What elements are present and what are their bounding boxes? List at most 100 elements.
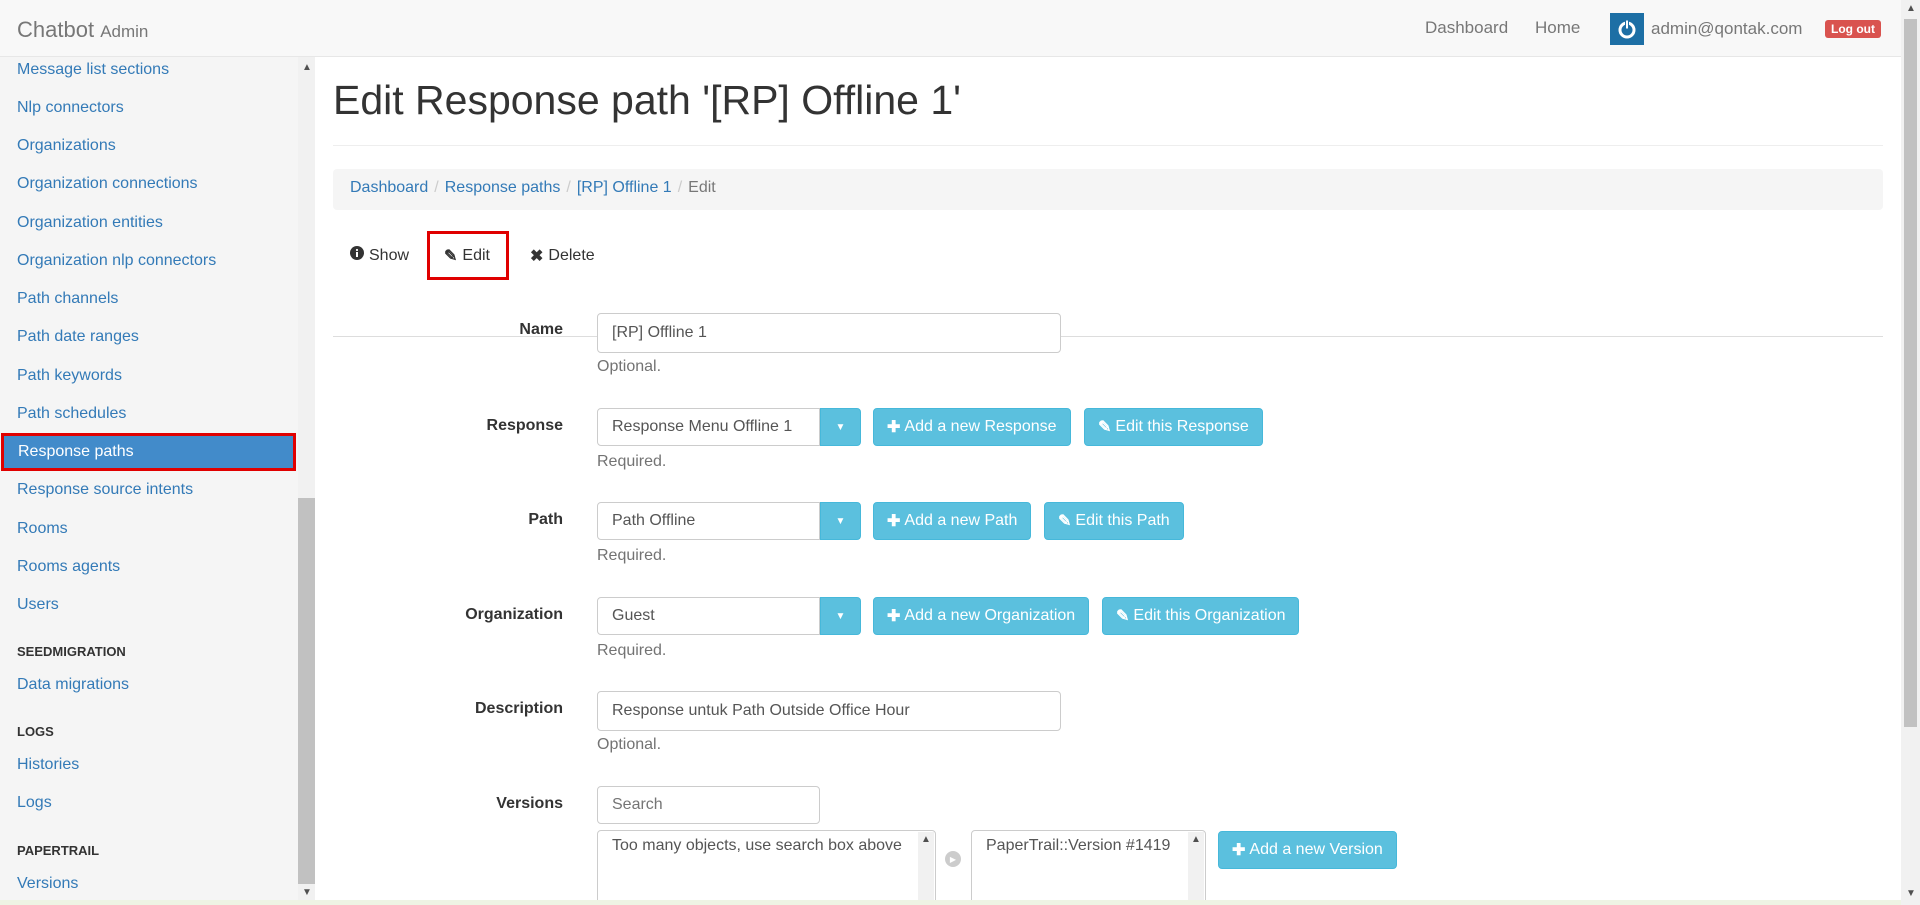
sidebar-section-seedmigration: SEEDMIGRATION (17, 644, 126, 659)
description-label: Description (474, 700, 563, 717)
sidebar-item-rooms[interactable]: Rooms (17, 520, 68, 538)
plus-icon: ✚ (887, 608, 901, 625)
sidebar-item-organization-nlp-connectors[interactable]: Organization nlp connectors (17, 252, 216, 270)
response-select[interactable]: Response Menu Offline 1 (597, 408, 820, 446)
organization-help: Required. (597, 642, 667, 659)
caret-down-icon: ▼ (835, 515, 846, 527)
scroll-up-arrow-icon[interactable]: ▲ (1906, 3, 1916, 14)
sidebar-item-path-channels[interactable]: Path channels (17, 290, 118, 308)
sidebar-item-organization-connections[interactable]: Organization connections (17, 175, 198, 193)
versions-selected-item[interactable]: PaperTrail::Version #1419 (986, 837, 1170, 854)
scroll-up-arrow-icon[interactable]: ▲ (921, 834, 931, 845)
show-tab-label: Show (369, 246, 410, 264)
sidebar-scroll-thumb[interactable] (298, 498, 315, 884)
response-dropdown-toggle[interactable]: ▼ (820, 408, 861, 446)
power-icon (1610, 13, 1644, 45)
sidebar-item-path-keywords[interactable]: Path keywords (17, 367, 122, 385)
sidebar-item-message-list-sections[interactable]: Message list sections (17, 61, 169, 79)
breadcrumb: Dashboard / Response paths / [RP] Offline 1 /… (333, 169, 1883, 210)
sidebar: Message list sections Nlp connectors Org… (0, 57, 299, 905)
breadcrumb-separator: / (566, 179, 571, 196)
scroll-down-arrow-icon[interactable]: ▼ (302, 887, 312, 898)
add-organization-button[interactable]: ✚ Add a new Organization (873, 597, 1090, 635)
path-select[interactable]: Path Offline (597, 502, 820, 540)
brand-logo[interactable]: Chatbot Admin (17, 17, 148, 43)
user-email[interactable]: admin@qontak.com (1651, 19, 1802, 39)
delete-tab[interactable]: ✖ Delete (530, 231, 595, 280)
breadcrumb-record[interactable]: [RP] Offline 1 (577, 179, 672, 196)
add-version-button[interactable]: ✚ Add a new Version (1218, 831, 1397, 869)
brand-subtitle: Admin (100, 22, 149, 41)
sidebar-item-organization-entities[interactable]: Organization entities (17, 214, 163, 232)
edit-tab-label: Edit (462, 246, 490, 264)
sidebar-item-nlp-connectors[interactable]: Nlp connectors (17, 99, 124, 117)
sidebar-item-versions[interactable]: Versions (17, 875, 78, 893)
sidebar-scrollbar[interactable]: ▲ ▼ (298, 57, 315, 905)
add-organization-label: Add a new Organization (904, 607, 1076, 624)
caret-down-icon: ▼ (835, 610, 846, 622)
move-right-icon[interactable]: ▶ (945, 851, 961, 867)
organization-select[interactable]: Guest (597, 597, 820, 635)
pencil-icon: ✎ (444, 247, 458, 265)
breadcrumb-dashboard[interactable]: Dashboard (350, 179, 428, 196)
add-response-button[interactable]: ✚ Add a new Response (873, 408, 1071, 446)
versions-available-list[interactable]: Too many objects, use search box above ▲ (597, 830, 936, 905)
breadcrumb-current: Edit (688, 179, 716, 196)
versions-label: Versions (496, 795, 563, 812)
title-divider (333, 145, 1883, 146)
name-input[interactable]: [RP] Offline 1 (597, 313, 1061, 353)
edit-organization-label: Edit this Organization (1133, 607, 1286, 624)
sidebar-item-histories[interactable]: Histories (17, 756, 79, 774)
sidebar-item-response-source-intents[interactable]: Response source intents (17, 481, 193, 499)
sidebar-item-rooms-agents[interactable]: Rooms agents (17, 558, 120, 576)
edit-response-button[interactable]: ✎ Edit this Response (1084, 408, 1263, 446)
bottom-edge (0, 900, 1901, 905)
show-tab[interactable]: Show (350, 231, 409, 280)
sidebar-item-path-schedules[interactable]: Path schedules (17, 405, 126, 423)
selected-list-scrollbar[interactable]: ▲ (1188, 832, 1204, 903)
add-path-label: Add a new Path (904, 512, 1018, 529)
organization-label: Organization (465, 606, 563, 623)
add-version-label: Add a new Version (1249, 841, 1383, 858)
sidebar-item-logs[interactable]: Logs (17, 794, 52, 812)
edit-path-button[interactable]: ✎ Edit this Path (1044, 502, 1184, 540)
nav-home-link[interactable]: Home (1535, 18, 1580, 38)
pencil-icon: ✎ (1058, 513, 1072, 530)
edit-tab[interactable]: ✎ Edit (427, 231, 509, 280)
breadcrumb-response-paths[interactable]: Response paths (445, 179, 561, 196)
versions-available-note: Too many objects, use search box above (612, 837, 902, 854)
plus-icon: ✚ (1232, 842, 1246, 859)
plus-icon: ✚ (887, 419, 901, 436)
sidebar-item-users[interactable]: Users (17, 596, 59, 614)
path-help: Required. (597, 547, 667, 564)
response-label: Response (486, 417, 563, 434)
versions-selected-list[interactable]: PaperTrail::Version #1419 ▲ (971, 830, 1206, 905)
sidebar-item-organizations[interactable]: Organizations (17, 137, 116, 155)
path-label: Path (528, 511, 563, 528)
nav-dashboard-link[interactable]: Dashboard (1425, 18, 1508, 38)
page-scrollbar[interactable]: ▲ ▼ (1901, 0, 1920, 905)
sidebar-item-response-paths[interactable]: Response paths (1, 433, 296, 471)
add-path-button[interactable]: ✚ Add a new Path (873, 502, 1032, 540)
versions-search-input[interactable] (597, 786, 820, 824)
sidebar-item-path-date-ranges[interactable]: Path date ranges (17, 328, 139, 346)
page-scroll-thumb[interactable] (1904, 19, 1917, 727)
scroll-up-arrow-icon[interactable]: ▲ (302, 62, 312, 73)
top-navbar: Chatbot Admin Dashboard Home admin@qonta… (0, 0, 1901, 57)
edit-organization-button[interactable]: ✎ Edit this Organization (1102, 597, 1300, 635)
close-icon: ✖ (530, 247, 544, 265)
description-input[interactable]: Response untuk Path Outside Office Hour (597, 691, 1061, 731)
organization-dropdown-toggle[interactable]: ▼ (820, 597, 861, 635)
edit-response-label: Edit this Response (1115, 418, 1249, 435)
user-menu[interactable]: admin@qontak.com (1610, 13, 1802, 45)
sidebar-item-data-migrations[interactable]: Data migrations (17, 676, 129, 694)
scroll-down-arrow-icon[interactable]: ▼ (1906, 888, 1916, 899)
pencil-icon: ✎ (1098, 419, 1112, 436)
scroll-up-arrow-icon[interactable]: ▲ (1191, 834, 1201, 845)
description-help: Optional. (597, 736, 662, 753)
path-dropdown-toggle[interactable]: ▼ (820, 502, 861, 540)
add-response-label: Add a new Response (904, 418, 1057, 435)
caret-down-icon: ▼ (835, 421, 846, 433)
logout-button[interactable]: Log out (1825, 20, 1881, 38)
available-list-scrollbar[interactable]: ▲ (918, 832, 934, 903)
